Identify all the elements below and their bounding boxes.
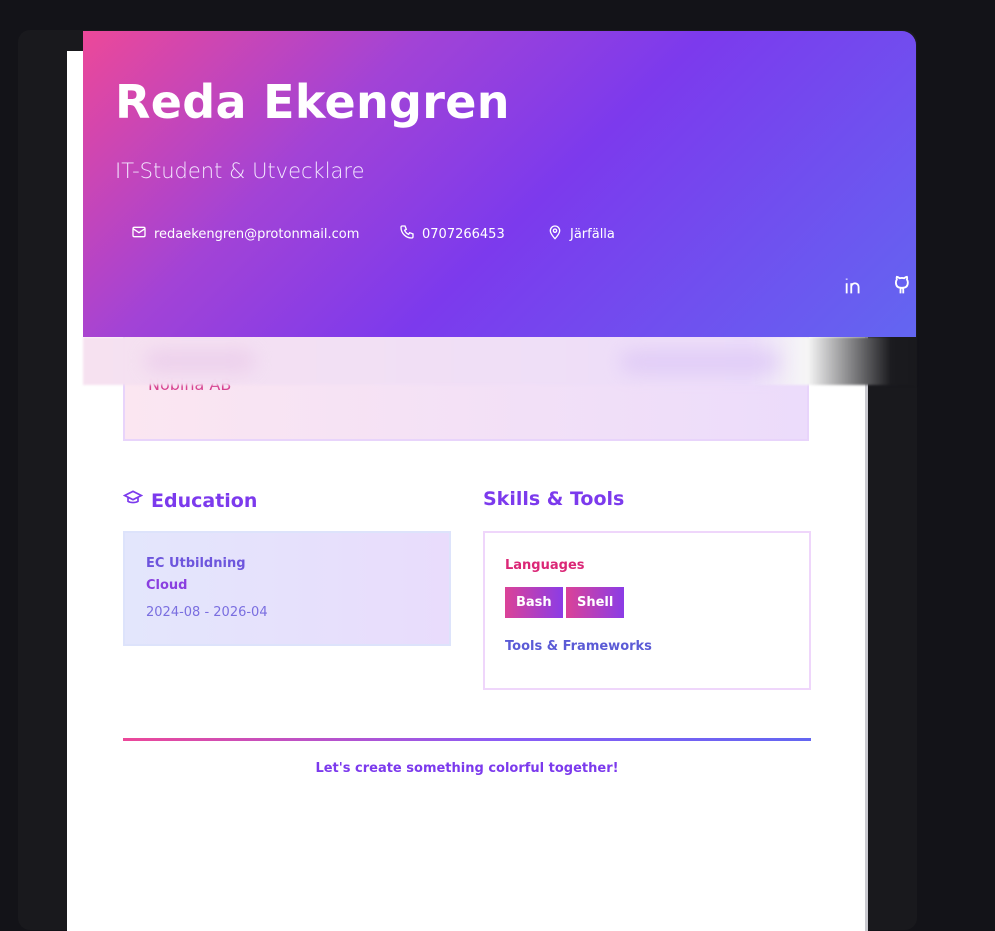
languages-label: Languages — [505, 558, 585, 573]
profile-header: Reda Ekengren IT-Student & Utvecklare re… — [83, 31, 916, 337]
education-title: Education — [151, 489, 258, 512]
skill-tag: Shell — [566, 587, 625, 618]
graduation-cap-icon — [122, 488, 144, 513]
mail-icon — [131, 224, 147, 244]
map-pin-icon — [547, 224, 563, 244]
profile-name: Reda Ekengren — [115, 75, 510, 129]
footer-divider — [123, 738, 811, 741]
tools-label: Tools & Frameworks — [505, 639, 652, 654]
blurred-text-placeholder — [145, 350, 255, 372]
contact-location-text: Järfälla — [570, 226, 615, 242]
education-dates: 2024-08 - 2026-04 — [146, 605, 268, 620]
contact-phone-text: 0707266453 — [422, 226, 505, 242]
skills-card: Languages Bash Shell Tools & Frameworks — [483, 531, 811, 690]
contact-email[interactable]: redaekengren@protonmail.com — [131, 224, 359, 244]
skill-tag: Bash — [505, 587, 563, 618]
education-program: Cloud — [146, 578, 188, 593]
education-card: EC Utbildning Cloud 2024-08 - 2026-04 — [123, 531, 451, 646]
footer-text: Let's create something colorful together… — [315, 761, 619, 776]
blurred-text-placeholder — [620, 350, 780, 374]
phone-icon — [399, 224, 415, 244]
skills-heading: Skills & Tools — [483, 488, 624, 510]
contact-location: Järfälla — [547, 224, 615, 244]
education-school: EC Utbildning — [146, 556, 246, 571]
contact-email-text: redaekengren@protonmail.com — [154, 226, 360, 242]
skills-title: Skills & Tools — [483, 488, 625, 510]
education-heading: Education — [122, 488, 258, 513]
github-icon[interactable] — [894, 275, 916, 297]
contact-phone[interactable]: 0707266453 — [399, 224, 505, 244]
profile-title: IT-Student & Utvecklare — [115, 159, 365, 183]
linkedin-icon[interactable] — [843, 275, 865, 297]
